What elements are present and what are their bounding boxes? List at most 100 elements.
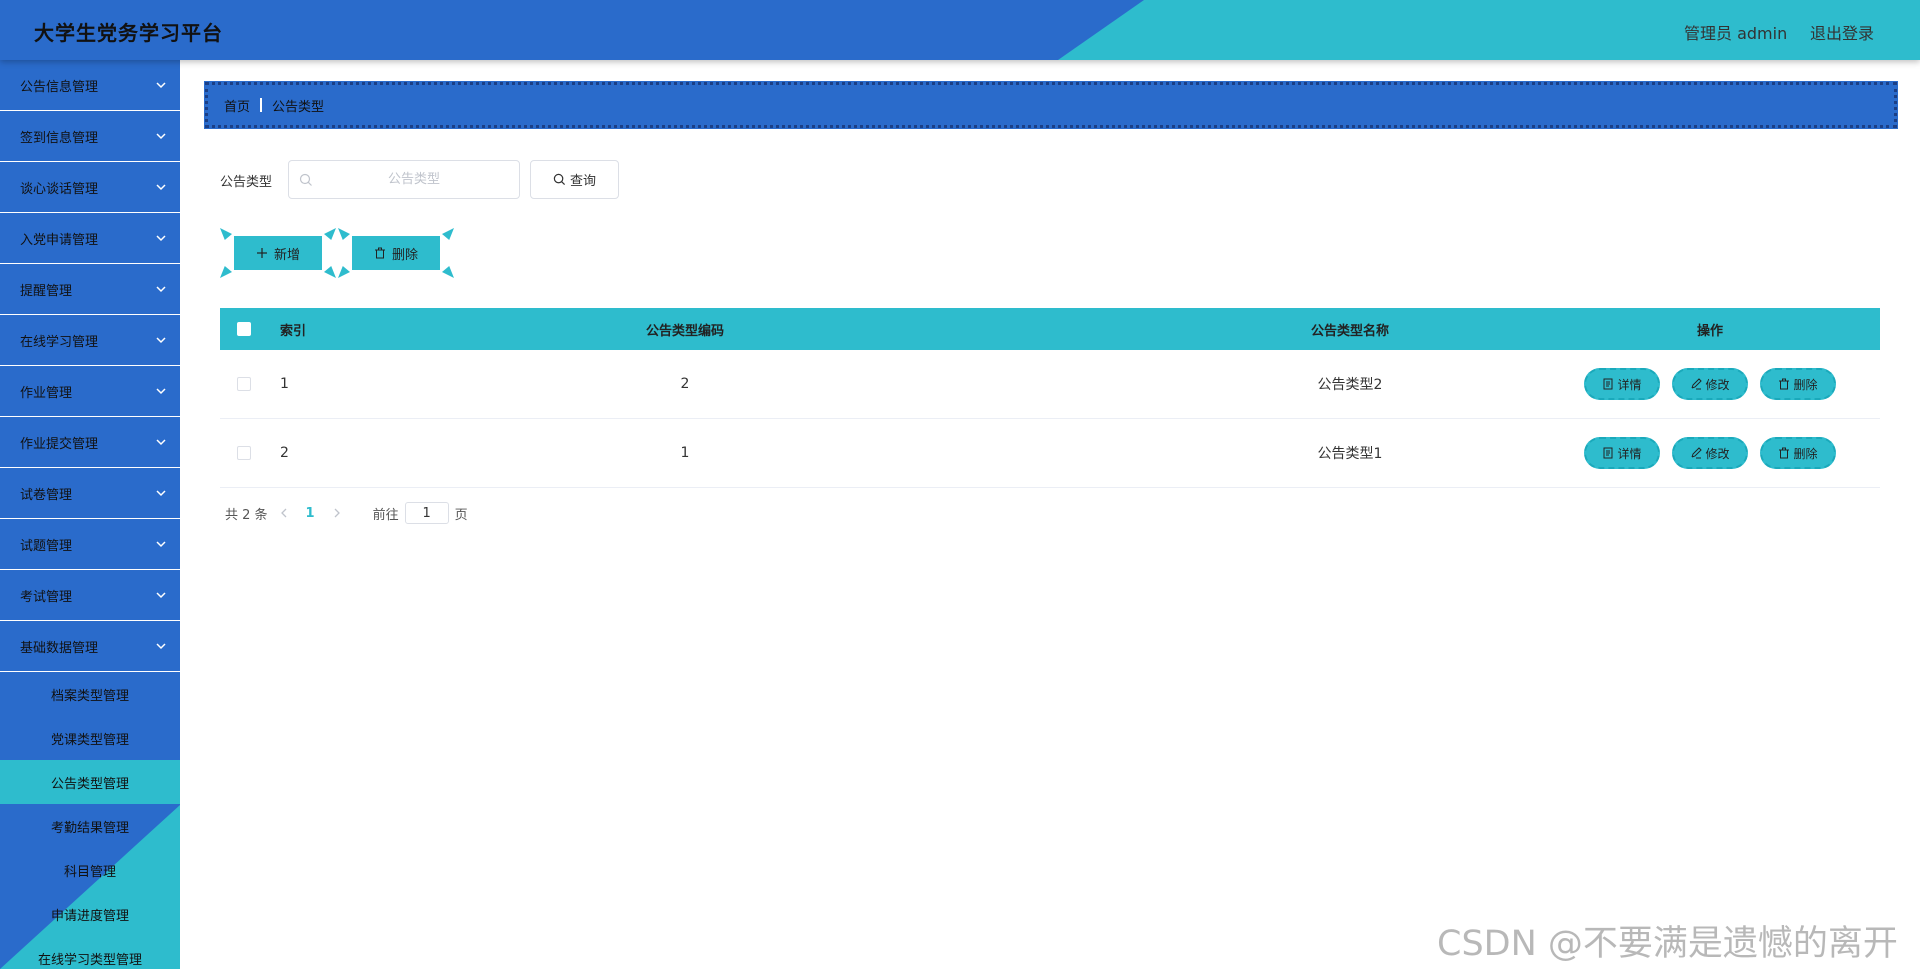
delete-button[interactable]: 删除 <box>1760 437 1836 469</box>
search-icon <box>299 173 312 186</box>
page-number-current[interactable]: 1 <box>306 506 315 521</box>
sidebar-item-question[interactable]: 试题管理 <box>0 519 180 570</box>
sidebar-subitem-attendance-result[interactable]: 考勤结果管理 <box>0 804 180 848</box>
column-header-operations: 操作 <box>1696 323 1723 339</box>
corner-decoration <box>442 266 454 278</box>
query-button-label: 查询 <box>569 174 596 189</box>
table-header-check-cell <box>220 308 268 350</box>
sidebar-subitem-label: 档案类型管理 <box>50 688 129 704</box>
sidebar-menu: 公告信息管理 签到信息管理 谈心谈话管理 入党申请管理 提醒管理 在线学习管理 … <box>0 60 180 969</box>
chevron-down-icon <box>156 184 166 191</box>
user-label: 管理员 admin <box>1684 24 1788 43</box>
sidebar-item-label: 基础数据管理 <box>20 640 99 656</box>
goto-page-input[interactable] <box>404 502 449 524</box>
sidebar-subitem-subject[interactable]: 科目管理 <box>0 848 180 892</box>
corner-decoration <box>324 266 336 278</box>
sidebar-subitem-notice-type[interactable]: 公告类型管理 <box>0 760 180 804</box>
pagination-total: 共 2 条 <box>225 507 268 523</box>
batch-delete-button[interactable]: 删除 <box>338 228 454 278</box>
sidebar-item-label: 试卷管理 <box>20 487 73 503</box>
breadcrumb: 首页 公告类型 <box>204 81 1898 129</box>
logout-link[interactable]: 退出登录 <box>1810 20 1874 44</box>
cell-operations: 详情 修改 删除 <box>1560 350 1860 418</box>
pencil-icon <box>1692 447 1703 459</box>
row-check-cell <box>220 419 268 487</box>
column-header-index[interactable]: 索引 <box>280 308 360 350</box>
sidebar-item-label: 作业提交管理 <box>20 436 99 452</box>
sidebar-item-base-data[interactable]: 基础数据管理 <box>0 621 180 672</box>
row-check-cell <box>220 350 268 418</box>
add-button[interactable]: 新增 <box>220 228 336 278</box>
sidebar-subitem-archive-type[interactable]: 档案类型管理 <box>0 672 180 716</box>
corner-decoration <box>338 228 350 240</box>
delete-button[interactable]: 删除 <box>1760 368 1836 400</box>
corner-decoration <box>324 228 336 240</box>
sidebar-subitem-label: 科目管理 <box>63 864 116 880</box>
corner-decoration <box>220 266 232 278</box>
row-checkbox[interactable] <box>237 446 251 460</box>
sidebar-item-checkin-info[interactable]: 签到信息管理 <box>0 111 180 162</box>
chevron-down-icon <box>156 490 166 497</box>
detail-button-label: 详情 <box>1617 377 1642 392</box>
breadcrumb-home[interactable]: 首页 <box>224 96 250 115</box>
sidebar-subitem-label: 考勤结果管理 <box>50 820 129 836</box>
chevron-left-icon[interactable] <box>278 507 290 519</box>
cell-name: 公告类型1 <box>1317 446 1383 462</box>
chevron-down-icon <box>156 388 166 395</box>
sidebar-item-talk[interactable]: 谈心谈话管理 <box>0 162 180 213</box>
goto-suffix: 页 <box>454 507 468 523</box>
chevron-right-icon[interactable] <box>331 507 343 519</box>
edit-button-label: 修改 <box>1705 377 1730 392</box>
sidebar-item-homework-submit[interactable]: 作业提交管理 <box>0 417 180 468</box>
sidebar-subitem-application-progress[interactable]: 申请进度管理 <box>0 892 180 936</box>
search-input[interactable] <box>319 161 509 198</box>
sidebar-item-exam[interactable]: 考试管理 <box>0 570 180 621</box>
query-button[interactable]: 查询 <box>530 160 619 199</box>
goto-prefix: 前往 <box>372 507 399 523</box>
batch-delete-button-label: 删除 <box>391 247 418 263</box>
sidebar-subitem-online-learning-type[interactable]: 在线学习类型管理 <box>0 936 180 969</box>
trash-icon <box>374 247 385 259</box>
pagination: 共 2 条 1 前往 页 <box>225 501 468 525</box>
sidebar-item-label: 入党申请管理 <box>20 232 99 248</box>
search-label: 公告类型 <box>220 175 273 190</box>
trash-icon <box>1779 378 1790 390</box>
sidebar-subitem-label: 在线学习类型管理 <box>37 952 142 968</box>
cell-operations: 详情 修改 删除 <box>1560 419 1860 487</box>
column-header-name[interactable]: 公告类型名称 <box>1130 308 1570 350</box>
sidebar-item-label: 在线学习管理 <box>20 334 99 350</box>
chevron-down-icon <box>156 439 166 446</box>
plus-icon <box>256 248 267 258</box>
sidebar-item-reminder[interactable]: 提醒管理 <box>0 264 180 315</box>
corner-decoration <box>220 228 232 240</box>
sidebar-item-online-learning[interactable]: 在线学习管理 <box>0 315 180 366</box>
cell-code: 2 <box>680 376 690 392</box>
table-header-row: 索引 公告类型编码 公告类型名称 操作 <box>220 308 1880 350</box>
header-blue-band <box>0 0 1144 60</box>
sidebar-item-paper[interactable]: 试卷管理 <box>0 468 180 519</box>
sidebar-item-party-application[interactable]: 入党申请管理 <box>0 213 180 264</box>
sidebar-item-notice-info[interactable]: 公告信息管理 <box>0 60 180 111</box>
delete-button-label: 删除 <box>1793 377 1818 392</box>
corner-decoration <box>338 266 350 278</box>
row-checkbox[interactable] <box>237 377 251 391</box>
detail-button[interactable]: 详情 <box>1584 368 1660 400</box>
search-box <box>288 160 520 199</box>
detail-button[interactable]: 详情 <box>1584 437 1660 469</box>
table-row: 1 2 公告类型2 详情 修改 删除 <box>220 350 1880 419</box>
chevron-down-icon <box>156 82 166 89</box>
sidebar-subitem-course-type[interactable]: 党课类型管理 <box>0 716 180 760</box>
edit-button[interactable]: 修改 <box>1672 437 1748 469</box>
detail-button-label: 详情 <box>1617 446 1642 461</box>
watermark: CSDN @不要满是遗憾的离开 <box>1437 924 1898 964</box>
top-header: 大学生党务学习平台 管理员 admin 退出登录 <box>0 0 1920 60</box>
edit-button[interactable]: 修改 <box>1672 368 1748 400</box>
table-row: 2 1 公告类型1 详情 修改 删除 <box>220 419 1880 488</box>
select-all-checkbox[interactable] <box>237 322 251 336</box>
chevron-down-icon <box>156 592 166 599</box>
column-header-code[interactable]: 公告类型编码 <box>520 308 850 350</box>
sidebar-item-homework[interactable]: 作业管理 <box>0 366 180 417</box>
sidebar: 公告信息管理 签到信息管理 谈心谈话管理 入党申请管理 提醒管理 在线学习管理 … <box>0 60 180 969</box>
chevron-down-icon <box>156 235 166 242</box>
chevron-down-icon <box>156 337 166 344</box>
